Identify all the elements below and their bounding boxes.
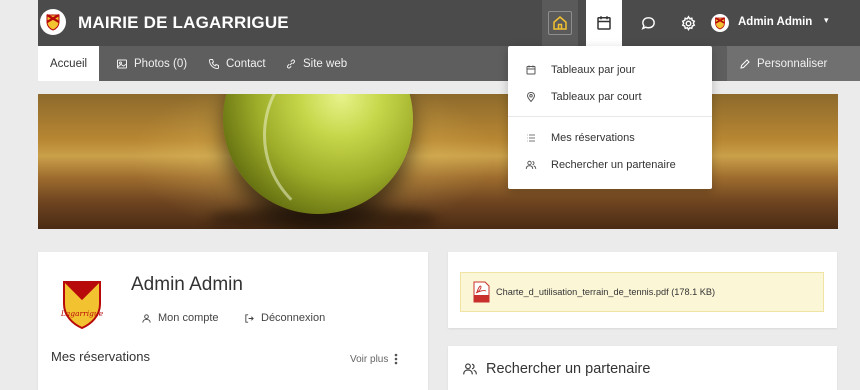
partner-search-card: Rechercher un partenaire xyxy=(448,346,837,390)
tab-label: Site web xyxy=(303,57,348,70)
tab-site-web[interactable]: Site web xyxy=(285,46,347,81)
logout-label: Déconnexion xyxy=(261,312,326,324)
customize-label: Personnaliser xyxy=(757,57,828,70)
logout-icon xyxy=(245,313,254,323)
chat-button[interactable] xyxy=(630,0,666,46)
logout-link[interactable]: Déconnexion xyxy=(244,312,325,324)
menu-item-label: Rechercher un partenaire xyxy=(551,159,676,171)
pencil-icon xyxy=(740,58,750,69)
sub-navigation: Accueil Photos (0) Contact Site web Pers… xyxy=(38,46,860,81)
document-link[interactable]: Charte_d_utilisation_terrain_de_tennis.p… xyxy=(460,272,824,312)
home-icon xyxy=(548,11,572,35)
see-more-label: Voir plus xyxy=(350,353,389,365)
menu-item-mes-reservations[interactable]: Mes réservations xyxy=(525,132,635,144)
document-card: Charte_d_utilisation_terrain_de_tennis.p… xyxy=(448,252,837,328)
menu-item-tableaux-par-jour[interactable]: Tableaux par jour xyxy=(525,64,635,76)
tab-contact[interactable]: Contact xyxy=(208,46,266,81)
menu-item-rechercher-partenaire[interactable]: Rechercher un partenaire xyxy=(525,159,676,171)
tab-label: Photos (0) xyxy=(134,57,188,70)
calendar-icon xyxy=(597,16,611,30)
menu-divider xyxy=(508,116,712,117)
users-icon xyxy=(525,160,537,170)
user-menu-name[interactable]: Admin Admin xyxy=(738,16,812,28)
reservations-title: Mes réservations xyxy=(51,349,150,364)
tab-label: Contact xyxy=(226,57,266,70)
calendar-menu-button[interactable] xyxy=(586,0,622,46)
user-icon xyxy=(142,313,151,323)
logo[interactable] xyxy=(40,9,66,35)
users-icon xyxy=(463,363,477,375)
partner-search-title: Rechercher un partenaire xyxy=(462,361,650,377)
ball-seam xyxy=(263,94,449,228)
app-title[interactable]: MAIRIE DE LAGARRIGUE xyxy=(78,13,289,33)
caret-down-icon[interactable]: ▾ xyxy=(824,15,829,26)
customize-button[interactable]: Personnaliser xyxy=(727,46,860,81)
phone-icon xyxy=(208,58,219,69)
partner-search-label: Rechercher un partenaire xyxy=(486,361,651,377)
list-icon xyxy=(527,134,535,142)
my-account-link[interactable]: Mon compte xyxy=(141,312,219,324)
link-icon xyxy=(286,58,296,69)
tab-accueil[interactable]: Accueil xyxy=(38,46,100,81)
tab-label: Accueil xyxy=(50,57,88,70)
calendar-dropdown-menu: Tableaux par jour Tableaux par court Mes… xyxy=(508,46,712,189)
gear-icon xyxy=(681,14,695,31)
tennis-banner-image xyxy=(38,94,838,229)
top-bar: MAIRIE DE LAGARRIGUE Admin Admin ▾ xyxy=(38,0,860,46)
calendar-icon xyxy=(526,65,536,75)
pdf-icon xyxy=(473,281,490,303)
settings-button[interactable] xyxy=(670,0,706,46)
see-more-link[interactable]: Voir plus xyxy=(350,353,398,365)
menu-item-label: Tableaux par court xyxy=(551,91,642,103)
town-logo xyxy=(63,281,101,330)
tennis-ball xyxy=(223,94,413,228)
menu-item-label: Tableaux par jour xyxy=(551,64,636,76)
town-logo-text: Lagarrigue xyxy=(60,309,104,318)
avatar[interactable] xyxy=(711,14,729,32)
my-account-label: Mon compte xyxy=(158,312,219,324)
tab-photos[interactable]: Photos (0) xyxy=(116,46,187,81)
chat-bubble-icon xyxy=(641,16,655,30)
image-icon xyxy=(117,59,127,68)
document-label: Charte_d_utilisation_terrain_de_tennis.p… xyxy=(496,287,716,297)
menu-item-tableaux-par-court[interactable]: Tableaux par court xyxy=(525,91,642,103)
location-pin-icon xyxy=(526,91,536,103)
home-button[interactable] xyxy=(542,0,578,46)
profile-name: Admin Admin xyxy=(131,274,243,295)
menu-item-label: Mes réservations xyxy=(551,132,635,144)
more-vertical-icon[interactable] xyxy=(394,353,398,365)
profile-card: Lagarrigue Admin Admin Mon compte Déconn… xyxy=(38,252,428,390)
